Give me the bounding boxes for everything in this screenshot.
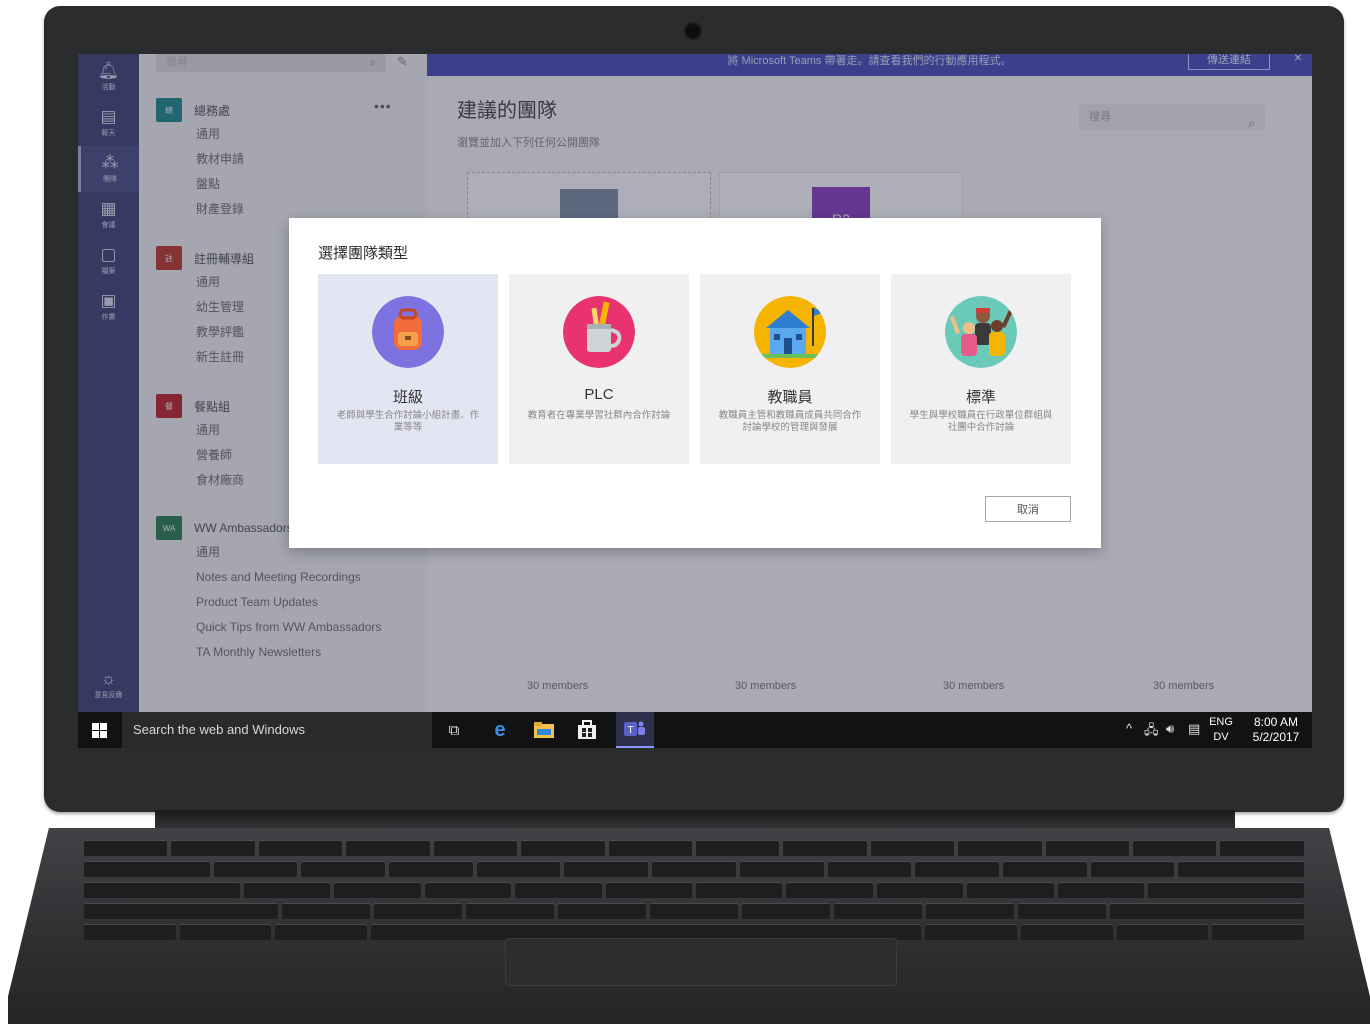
edge-icon[interactable]: e	[487, 718, 513, 742]
volume-icon[interactable]: 🔊︎	[1166, 721, 1174, 737]
task-view-icon[interactable]: ⧉	[441, 718, 467, 742]
teams-app-icon[interactable]: T	[616, 712, 654, 748]
trackpad	[505, 938, 897, 986]
people-group-icon	[945, 296, 1017, 368]
school-building-icon	[754, 296, 826, 368]
store-icon[interactable]	[574, 718, 600, 742]
taskbar-search-input[interactable]: Search the web and Windows	[122, 712, 432, 748]
pencil-cup-icon	[563, 296, 635, 368]
keyboard	[84, 840, 1305, 940]
webcam	[686, 24, 700, 38]
dialog-title: 選擇團隊類型	[318, 245, 409, 262]
network-icon[interactable]: 🖧︎	[1144, 721, 1159, 743]
team-type-standard-card[interactable]: 標準 學生與學校職員在行政單位群組與社團中合作討論	[891, 274, 1071, 464]
windows-start-icon[interactable]	[78, 712, 122, 748]
choose-team-type-dialog: 選擇團隊類型 班級 老師與學生合作討論小組計畫、作業等等 PLC 教育者在專業學…	[289, 218, 1101, 548]
team-type-staff-card[interactable]: 教職員 教職員主管和教職員成員共同合作討論學校的管理與發展	[700, 274, 880, 464]
notification-icon[interactable]: ▤	[1188, 721, 1200, 737]
team-type-plc-card[interactable]: PLC 教育者在專業學習社群內合作討論	[509, 274, 689, 464]
svg-text:T: T	[627, 725, 633, 736]
cancel-button[interactable]: 取消	[985, 496, 1071, 522]
language-indicator[interactable]: ENG DV	[1206, 715, 1236, 745]
file-explorer-icon[interactable]	[531, 718, 557, 742]
windows-taskbar: Search the web and Windows ⧉ e T ^ 🖧︎ 🔊︎…	[78, 712, 1312, 748]
backpack-icon	[372, 296, 444, 368]
chevron-up-icon[interactable]: ^	[1126, 721, 1132, 736]
team-type-class-card[interactable]: 班級 老師與學生合作討論小組計畫、作業等等	[318, 274, 498, 464]
clock[interactable]: 8:00 AM 5/2/2017	[1244, 715, 1308, 745]
